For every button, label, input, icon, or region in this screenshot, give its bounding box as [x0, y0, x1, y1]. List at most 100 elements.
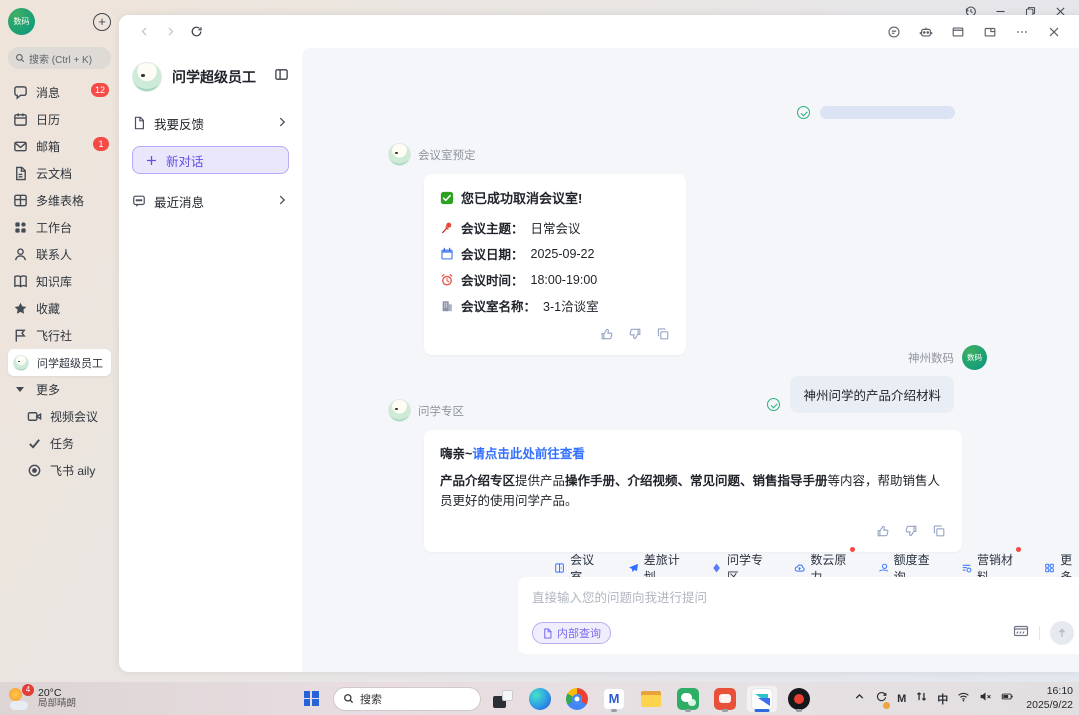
user-avatar[interactable]: 数码 — [962, 345, 987, 370]
taskbar-app-red[interactable] — [710, 686, 740, 712]
windows-logo-icon — [304, 691, 319, 706]
feishu-icon — [751, 688, 773, 710]
new-chat-button[interactable]: 新对话 — [132, 146, 289, 174]
global-search-input[interactable]: 搜索 (Ctrl + K) — [8, 47, 111, 69]
weather-desc: 局部晴朗 — [38, 699, 76, 710]
wifi-icon[interactable] — [957, 690, 970, 708]
recent-chat-icon — [132, 194, 146, 208]
tray-expand-icon[interactable] — [853, 690, 866, 708]
sidebar-item-community[interactable]: 飞行社 — [8, 322, 111, 349]
zone-body: 产品介绍专区提供产品操作手册、介绍视频、常见问题、销售指导手册等内容，帮助销售人… — [440, 471, 946, 512]
chevron-down-icon — [16, 387, 24, 392]
feedback-item[interactable]: 我要反馈 — [132, 110, 289, 136]
wenxue-app-window: 问学超级员工 我要反馈 新对话 最近消息 — [119, 15, 1079, 672]
cloud-icon — [794, 561, 805, 575]
copy-icon[interactable] — [656, 327, 670, 341]
chevron-right-icon — [275, 115, 289, 132]
shortcut-panel-icon[interactable] — [1013, 623, 1029, 644]
network-activity-icon[interactable] — [915, 690, 928, 708]
sidebar-item-video-meeting[interactable]: 视频会议 — [22, 403, 111, 430]
skeleton-bubble — [820, 106, 955, 119]
open-in-window-icon[interactable] — [979, 21, 1001, 43]
sidebar-item-messages[interactable]: 消息 12 — [8, 79, 111, 106]
taskbar-app-edge[interactable] — [525, 686, 555, 712]
search-icon — [343, 693, 354, 704]
goto-link[interactable]: 请点击此处前往查看 — [472, 447, 585, 461]
loading-message — [797, 106, 955, 119]
message-input-card: 内部查询 — [518, 577, 1079, 654]
copy-icon[interactable] — [932, 524, 946, 538]
thumbs-down-icon[interactable] — [628, 327, 642, 341]
sidebar-item-mail[interactable]: 邮箱 1 — [8, 133, 111, 160]
meeting-card: 您已成功取消会议室! 会议主题： 日常会议 会议日期： 2025-09-22 — [424, 174, 686, 355]
volume-muted-icon[interactable] — [979, 690, 992, 708]
window-icon[interactable] — [947, 21, 969, 43]
add-button[interactable]: + — [93, 13, 111, 31]
sidebar-item-aily[interactable]: 飞书 aily — [22, 457, 111, 484]
sidebar-item-favorites[interactable]: 收藏 — [8, 295, 111, 322]
feedback-doc-icon — [132, 116, 146, 130]
m-tray-icon[interactable]: M — [897, 693, 906, 705]
date: 2025/9/22 — [1026, 699, 1073, 711]
notification-dot — [1016, 547, 1021, 552]
weather-widget[interactable]: 4 20°C 局部晴朗 — [0, 687, 76, 711]
zone-diamond-icon — [711, 561, 722, 575]
pin-icon — [440, 221, 454, 235]
close-app-icon[interactable] — [1043, 21, 1065, 43]
sidebar-item-docs[interactable]: 云文档 — [8, 160, 111, 187]
unread-badge: 12 — [91, 83, 109, 97]
sidebar-item-tasks[interactable]: 任务 — [22, 430, 111, 457]
back-button[interactable] — [133, 21, 155, 43]
book-icon — [13, 274, 28, 289]
search-icon — [15, 53, 25, 63]
doc-icon — [542, 628, 553, 639]
greeting-text: 嗨亲~ — [440, 447, 472, 461]
taskbar-clock[interactable]: 16:10 2025/9/22 — [1023, 685, 1073, 711]
taskbar-app-explorer[interactable] — [636, 686, 666, 712]
start-button[interactable] — [296, 686, 326, 712]
sidebar-item-wenxue-agent[interactable]: 问学超级员工 — [8, 349, 111, 376]
thumbs-up-icon[interactable] — [876, 524, 890, 538]
thumbs-up-icon[interactable] — [600, 327, 614, 341]
user-avatar[interactable]: 数码 — [8, 8, 35, 35]
sync-tray-icon[interactable] — [875, 690, 888, 708]
zone-card: 嗨亲~请点击此处前往查看 产品介绍专区提供产品操作手册、介绍视频、常见问题、销售… — [424, 430, 962, 552]
taskbar-app-chrome[interactable] — [562, 686, 592, 712]
taskbar-app-m[interactable]: M — [599, 686, 629, 712]
sidebar-item-bitable[interactable]: 多维表格 — [8, 187, 111, 214]
sidebar-item-contacts[interactable]: 联系人 — [8, 241, 111, 268]
sender-name: 问学专区 — [418, 403, 464, 419]
building-icon — [440, 299, 454, 313]
recent-messages-item[interactable]: 最近消息 — [132, 188, 289, 214]
chat-area: 会议室预定 您已成功取消会议室! 会议主题： 日常会议 会议日期： — [302, 48, 1079, 672]
message-icon[interactable] — [883, 21, 905, 43]
ime-indicator[interactable]: 中 — [937, 691, 948, 707]
sidebar-item-workbench[interactable]: 工作台 — [8, 214, 111, 241]
refresh-button[interactable] — [185, 21, 207, 43]
internal-query-pill[interactable]: 内部查询 — [532, 622, 611, 644]
sidebar-item-more[interactable]: 更多 — [8, 376, 111, 403]
bot-avatar[interactable] — [388, 143, 411, 166]
more-icon[interactable] — [1011, 21, 1033, 43]
task-view-button[interactable] — [488, 686, 518, 712]
read-check-icon — [797, 106, 810, 119]
bot-avatar[interactable] — [388, 399, 411, 422]
taskbar-app-recorder[interactable] — [784, 686, 814, 712]
video-icon — [27, 409, 42, 424]
message-zone-card: 问学专区 嗨亲~请点击此处前往查看 产品介绍专区提供产品操作手册、介绍视频、常见… — [388, 399, 962, 552]
thumbs-down-icon[interactable] — [904, 524, 918, 538]
sidebar-item-knowledge[interactable]: 知识库 — [8, 268, 111, 295]
chat-icon — [13, 85, 28, 100]
app-sidebar: 数码 + 搜索 (Ctrl + K) 消息 12 日历 邮箱 1 — [0, 0, 119, 682]
forward-button[interactable] — [159, 21, 181, 43]
send-button[interactable] — [1050, 621, 1074, 645]
taskbar-search[interactable]: 搜索 — [333, 687, 481, 711]
battery-icon[interactable] — [1001, 690, 1014, 708]
robot-icon[interactable] — [915, 21, 937, 43]
message-input[interactable] — [532, 587, 1072, 615]
taskbar-app-feishu[interactable] — [747, 686, 777, 712]
sidebar-item-calendar[interactable]: 日历 — [8, 106, 111, 133]
collapse-panel-icon[interactable] — [274, 67, 289, 87]
red-app-icon — [714, 688, 736, 710]
taskbar-app-wechat[interactable] — [673, 686, 703, 712]
